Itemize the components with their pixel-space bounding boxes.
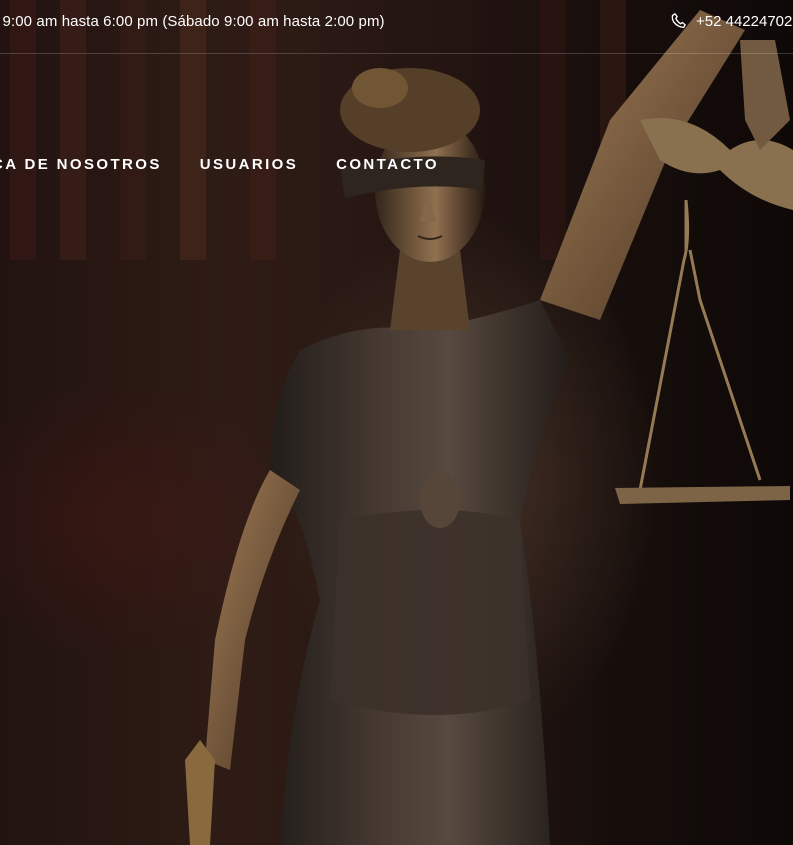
business-hours-text: : 9:00 am hasta 6:00 pm (Sábado 9:00 am … xyxy=(0,13,385,30)
top-info-bar: : 9:00 am hasta 6:00 pm (Sábado 9:00 am … xyxy=(0,0,793,54)
nav-item-usuarios[interactable]: USUARIOS xyxy=(200,156,298,173)
phone-number: +52 44224702 xyxy=(696,12,793,30)
hero-background xyxy=(0,0,793,845)
main-navigation: CA DE NOSOTROS USUARIOS CONTACTO xyxy=(0,156,439,173)
nav-item-acerca-de-nosotros[interactable]: CA DE NOSOTROS xyxy=(0,156,162,173)
nav-item-contacto[interactable]: CONTACTO xyxy=(336,156,439,173)
hero-dark-overlay xyxy=(0,0,793,845)
phone-icon xyxy=(671,13,686,29)
phone-link[interactable]: +52 44224702 xyxy=(670,12,792,30)
